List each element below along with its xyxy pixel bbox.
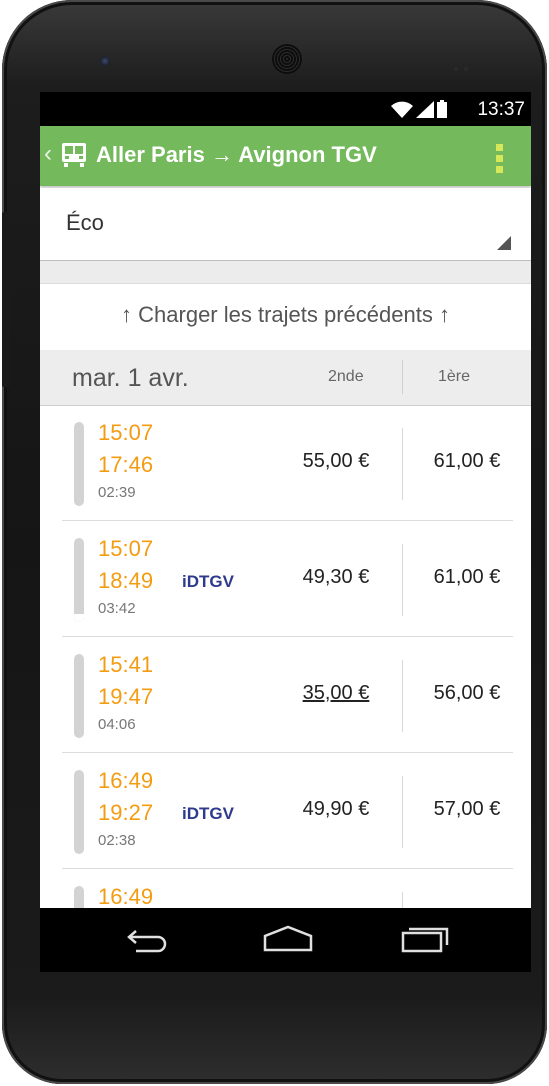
price-separator — [402, 428, 403, 500]
date-header: mar. 1 avr. 2nde 1ère — [40, 350, 531, 406]
arrival-time: 18:49 — [98, 568, 154, 593]
departure-time: 16:49 — [98, 884, 154, 909]
carrier-logo: iDTGV — [182, 572, 234, 591]
trip-row[interactable]: 16:49 19:27 02:38 iDTGV 49,90 € 57,00 € — [40, 754, 531, 869]
signal-icon — [416, 100, 434, 118]
trip-duration: 02:38 — [98, 832, 136, 849]
price-second-class[interactable]: 49,30 € — [276, 566, 396, 589]
dropdown-caret-icon — [497, 236, 511, 250]
row-divider — [62, 868, 513, 869]
system-nav-bar — [40, 908, 531, 972]
trip-duration: 03:42 — [98, 600, 136, 617]
trip-row[interactable]: 15:07 18:49 03:42 iDTGV 49,30 € 61,00 € — [40, 522, 531, 637]
arrival-time: 19:47 — [98, 684, 154, 709]
arrival-time: 17:46 — [98, 452, 154, 477]
section-divider — [40, 261, 531, 283]
price-separator — [402, 544, 403, 616]
phone-frame: 13:37 ‹ Aller Paris → Avignon TGV Éco ↑ … — [2, 0, 547, 1084]
front-camera — [100, 56, 110, 66]
train-icon[interactable] — [60, 142, 88, 168]
load-previous-label: ↑ Charger les trajets précédents ↑ — [121, 302, 450, 327]
price-second-class-lowest[interactable]: 35,00 € — [276, 682, 396, 705]
column-header-first: 1ère — [438, 368, 471, 385]
price-first-class[interactable]: 57,00 € — [412, 798, 522, 821]
screen: 13:37 ‹ Aller Paris → Avignon TGV Éco ↑ … — [40, 92, 531, 972]
trip-duration: 02:39 — [98, 484, 136, 501]
page-title: Aller Paris → Avignon TGV — [96, 142, 377, 167]
date-label: mar. 1 avr. — [72, 364, 189, 392]
trip-row[interactable]: 15:07 17:46 02:39 55,00 € 61,00 € — [40, 406, 531, 521]
price-first-class[interactable]: 61,00 € — [412, 450, 522, 473]
chevron-left-icon[interactable]: ‹ — [44, 140, 52, 168]
row-divider — [62, 636, 513, 637]
fare-class-value: Éco — [66, 210, 104, 235]
app-bar: ‹ Aller Paris → Avignon TGV — [40, 126, 531, 186]
overflow-menu-icon[interactable] — [496, 144, 503, 177]
column-separator — [402, 360, 403, 394]
home-icon[interactable] — [262, 924, 314, 954]
trip-duration: 04:06 — [98, 716, 136, 733]
departure-time: 15:07 — [98, 420, 154, 445]
departure-time: 15:07 — [98, 536, 154, 561]
side-volume-button — [2, 212, 10, 387]
row-divider — [62, 752, 513, 753]
trip-progress-bar — [74, 770, 84, 854]
trip-progress-bar — [74, 654, 84, 738]
trip-row[interactable]: 15:41 19:47 04:06 35,00 € 56,00 € — [40, 638, 531, 753]
clock: 13:37 — [477, 99, 525, 120]
price-first-class[interactable]: 56,00 € — [412, 682, 522, 705]
price-second-class[interactable]: 49,90 € — [276, 798, 396, 821]
price-separator — [402, 660, 403, 732]
recent-apps-icon[interactable] — [400, 924, 450, 954]
column-header-second: 2nde — [328, 368, 364, 385]
trip-progress-bar — [74, 422, 84, 506]
earpiece-speaker — [272, 44, 302, 74]
price-second-class[interactable]: 55,00 € — [276, 450, 396, 473]
proximity-sensor — [454, 58, 474, 71]
price-first-class[interactable]: 61,00 € — [412, 566, 522, 589]
price-separator — [402, 776, 403, 848]
wifi-icon — [391, 101, 413, 118]
carrier-logo: iDTGV — [182, 804, 234, 823]
row-divider — [62, 520, 513, 521]
status-bar: 13:37 — [40, 92, 531, 126]
fare-class-dropdown[interactable]: Éco — [40, 188, 531, 261]
load-previous-button[interactable]: ↑ Charger les trajets précédents ↑ — [40, 283, 531, 351]
arrival-time: 19:27 — [98, 800, 154, 825]
trip-progress-bar — [74, 538, 84, 622]
departure-time: 16:49 — [98, 768, 154, 793]
battery-icon — [437, 100, 447, 118]
back-icon[interactable] — [126, 924, 172, 954]
departure-time: 15:41 — [98, 652, 154, 677]
